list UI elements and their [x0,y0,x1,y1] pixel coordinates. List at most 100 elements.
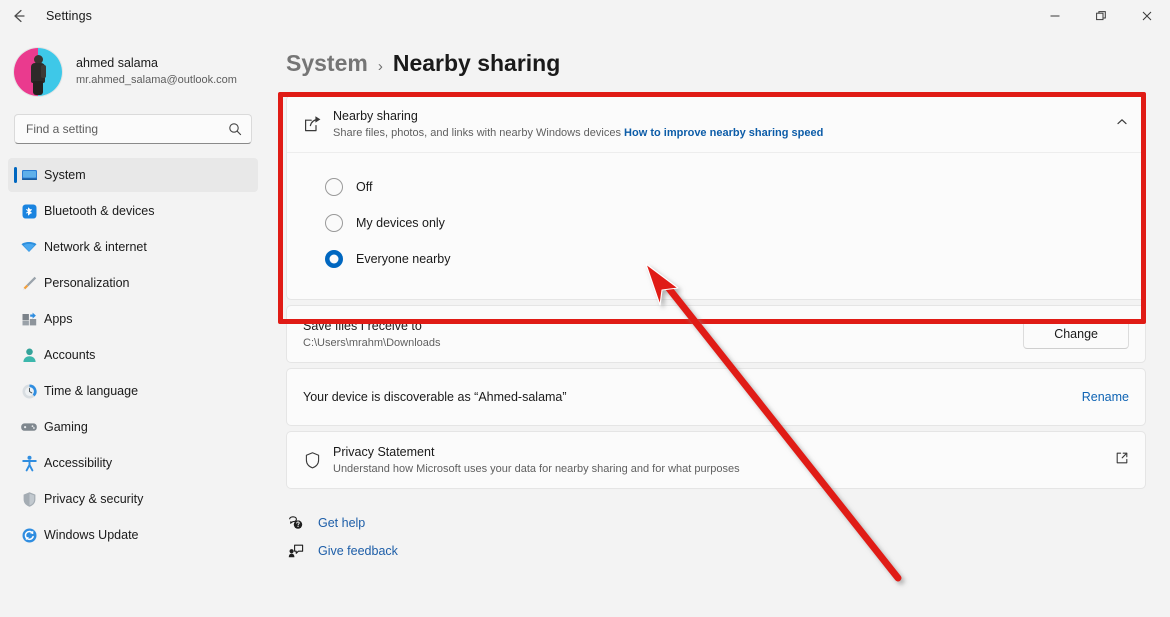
radio-off[interactable] [325,178,343,196]
discoverable-texts: Your device is discoverable as “Ahmed-sa… [303,387,1082,408]
profile-name: ahmed salama [76,56,158,71]
close-button[interactable] [1124,0,1170,32]
sidebar-item-label: Personalization [44,276,130,290]
sidebar-item-apps[interactable]: Apps [8,302,258,336]
shield-outline-icon [303,451,333,470]
save-files-card: Save files I receive to C:\Users\mrahm\D… [286,305,1146,363]
sidebar-item-label: Accounts [44,348,96,362]
sidebar-item-label: Windows Update [44,528,139,542]
privacy-statement-row: Privacy Statement Understand how Microso… [287,432,1145,488]
sidebar-item-time-language[interactable]: Time & language [8,374,258,408]
nearby-sharing-description: Share files, photos, and links with near… [333,126,1115,140]
privacy-statement-trail[interactable] [1115,451,1129,470]
option-label: My devices only [356,216,445,230]
wifi-icon [20,238,38,256]
avatar [14,48,62,96]
title-bar: Settings [0,0,1170,32]
privacy-statement-card[interactable]: Privacy Statement Understand how Microso… [286,431,1146,489]
save-files-row: Save files I receive to C:\Users\mrahm\D… [287,306,1145,362]
save-files-texts: Save files I receive to C:\Users\mrahm\D… [303,318,1023,351]
nearby-sharing-options: Off My devices only Everyone nearby [287,152,1145,299]
sidebar-item-bluetooth-devices[interactable]: Bluetooth & devices [8,194,258,228]
search-icon [228,122,242,141]
save-files-trail: Change [1023,319,1129,349]
option-label: Off [356,180,373,194]
minimize-icon [1050,15,1060,17]
give-feedback-link[interactable]: Give feedback [288,537,1170,565]
page-title: Nearby sharing [392,50,561,76]
apps-icon [20,310,38,328]
change-button[interactable]: Change [1023,319,1129,349]
nearby-sharing-title: Nearby sharing [333,108,418,123]
settings-window: Settings ahmed salama mr.ahmed_salama@ou… [0,0,1170,617]
sidebar-item-label: System [44,168,86,182]
feedback-icon [288,543,310,559]
breadcrumb-separator: › [377,58,383,75]
avatar-legs [33,81,43,95]
bluetooth-icon [20,202,38,220]
sidebar-item-label: Accessibility [44,456,113,470]
sidebar-item-label: Apps [44,312,73,326]
save-files-path: C:\Users\mrahm\Downloads [303,336,441,349]
sidebar-item-windows-update[interactable]: Windows Update [8,518,258,552]
settings-cards: Nearby sharing Share files, photos, and … [286,95,1146,489]
monitor-icon [20,166,38,184]
search-input[interactable] [15,122,215,136]
improve-speed-link[interactable]: How to improve nearby sharing speed [624,127,823,139]
sidebar-nav: System Bluetooth & devices Network & int… [0,158,266,552]
chevron-up-icon [1115,115,1129,134]
sidebar-item-system[interactable]: System [8,158,258,192]
footer-link-label: Get help [318,516,366,530]
nearby-sharing-header[interactable]: Nearby sharing Share files, photos, and … [287,96,1145,152]
breadcrumb-parent[interactable]: System [286,50,368,77]
gamepad-icon [20,418,38,436]
shield-icon [20,490,38,508]
search-box[interactable] [14,114,252,144]
discoverable-trail: Rename [1082,390,1129,404]
sidebar-item-accessibility[interactable]: Accessibility [8,446,258,480]
privacy-statement-title: Privacy Statement [333,444,435,459]
paintbrush-icon [20,274,38,292]
profile-text: ahmed salama mr.ahmed_salama@outlook.com [76,56,237,87]
option-off[interactable]: Off [303,169,1129,205]
save-files-title: Save files I receive to [303,318,422,333]
nearby-sharing-card: Nearby sharing Share files, photos, and … [286,95,1146,300]
external-link-icon [1115,451,1129,470]
sidebar: ahmed salama mr.ahmed_salama@outlook.com [0,32,266,617]
accessibility-icon [20,454,38,472]
radio-everyone-nearby[interactable] [325,250,343,268]
radio-my-devices-only[interactable] [325,214,343,232]
profile-email: mr.ahmed_salama@outlook.com [76,73,237,86]
nearby-sharing-texts: Nearby sharing Share files, photos, and … [333,108,1115,141]
window-controls [1032,0,1170,32]
help-icon [288,515,310,531]
maximize-button[interactable] [1078,0,1124,32]
sidebar-item-gaming[interactable]: Gaming [8,410,258,444]
sidebar-item-label: Time & language [44,384,139,398]
sidebar-item-privacy-security[interactable]: Privacy & security [8,482,258,516]
sidebar-item-network-internet[interactable]: Network & internet [8,230,258,264]
sidebar-item-label: Network & internet [44,240,147,254]
option-my-devices-only[interactable]: My devices only [303,205,1129,241]
clock-icon [20,382,38,400]
sidebar-item-personalization[interactable]: Personalization [8,266,258,300]
discoverable-text: Your device is discoverable as “Ahmed-sa… [303,389,567,404]
get-help-link[interactable]: Get help [288,509,1170,537]
close-icon [1142,11,1152,21]
avatar-arm [41,65,46,78]
person-icon [20,346,38,364]
sidebar-item-label: Gaming [44,420,88,434]
minimize-button[interactable] [1032,0,1078,32]
user-profile[interactable]: ahmed salama mr.ahmed_salama@outlook.com [0,32,266,96]
discoverable-card: Your device is discoverable as “Ahmed-sa… [286,368,1146,426]
nearby-sharing-expand[interactable] [1115,115,1129,134]
back-button[interactable] [0,1,38,31]
back-arrow-icon [14,9,25,23]
footer-link-label: Give feedback [318,544,398,558]
rename-link[interactable]: Rename [1082,390,1129,404]
option-everyone-nearby[interactable]: Everyone nearby [303,241,1129,277]
footer-links: Get help Give feedback [288,509,1170,565]
nearby-sharing-description-text: Share files, photos, and links with near… [333,126,621,139]
option-label: Everyone nearby [356,252,451,266]
sidebar-item-accounts[interactable]: Accounts [8,338,258,372]
